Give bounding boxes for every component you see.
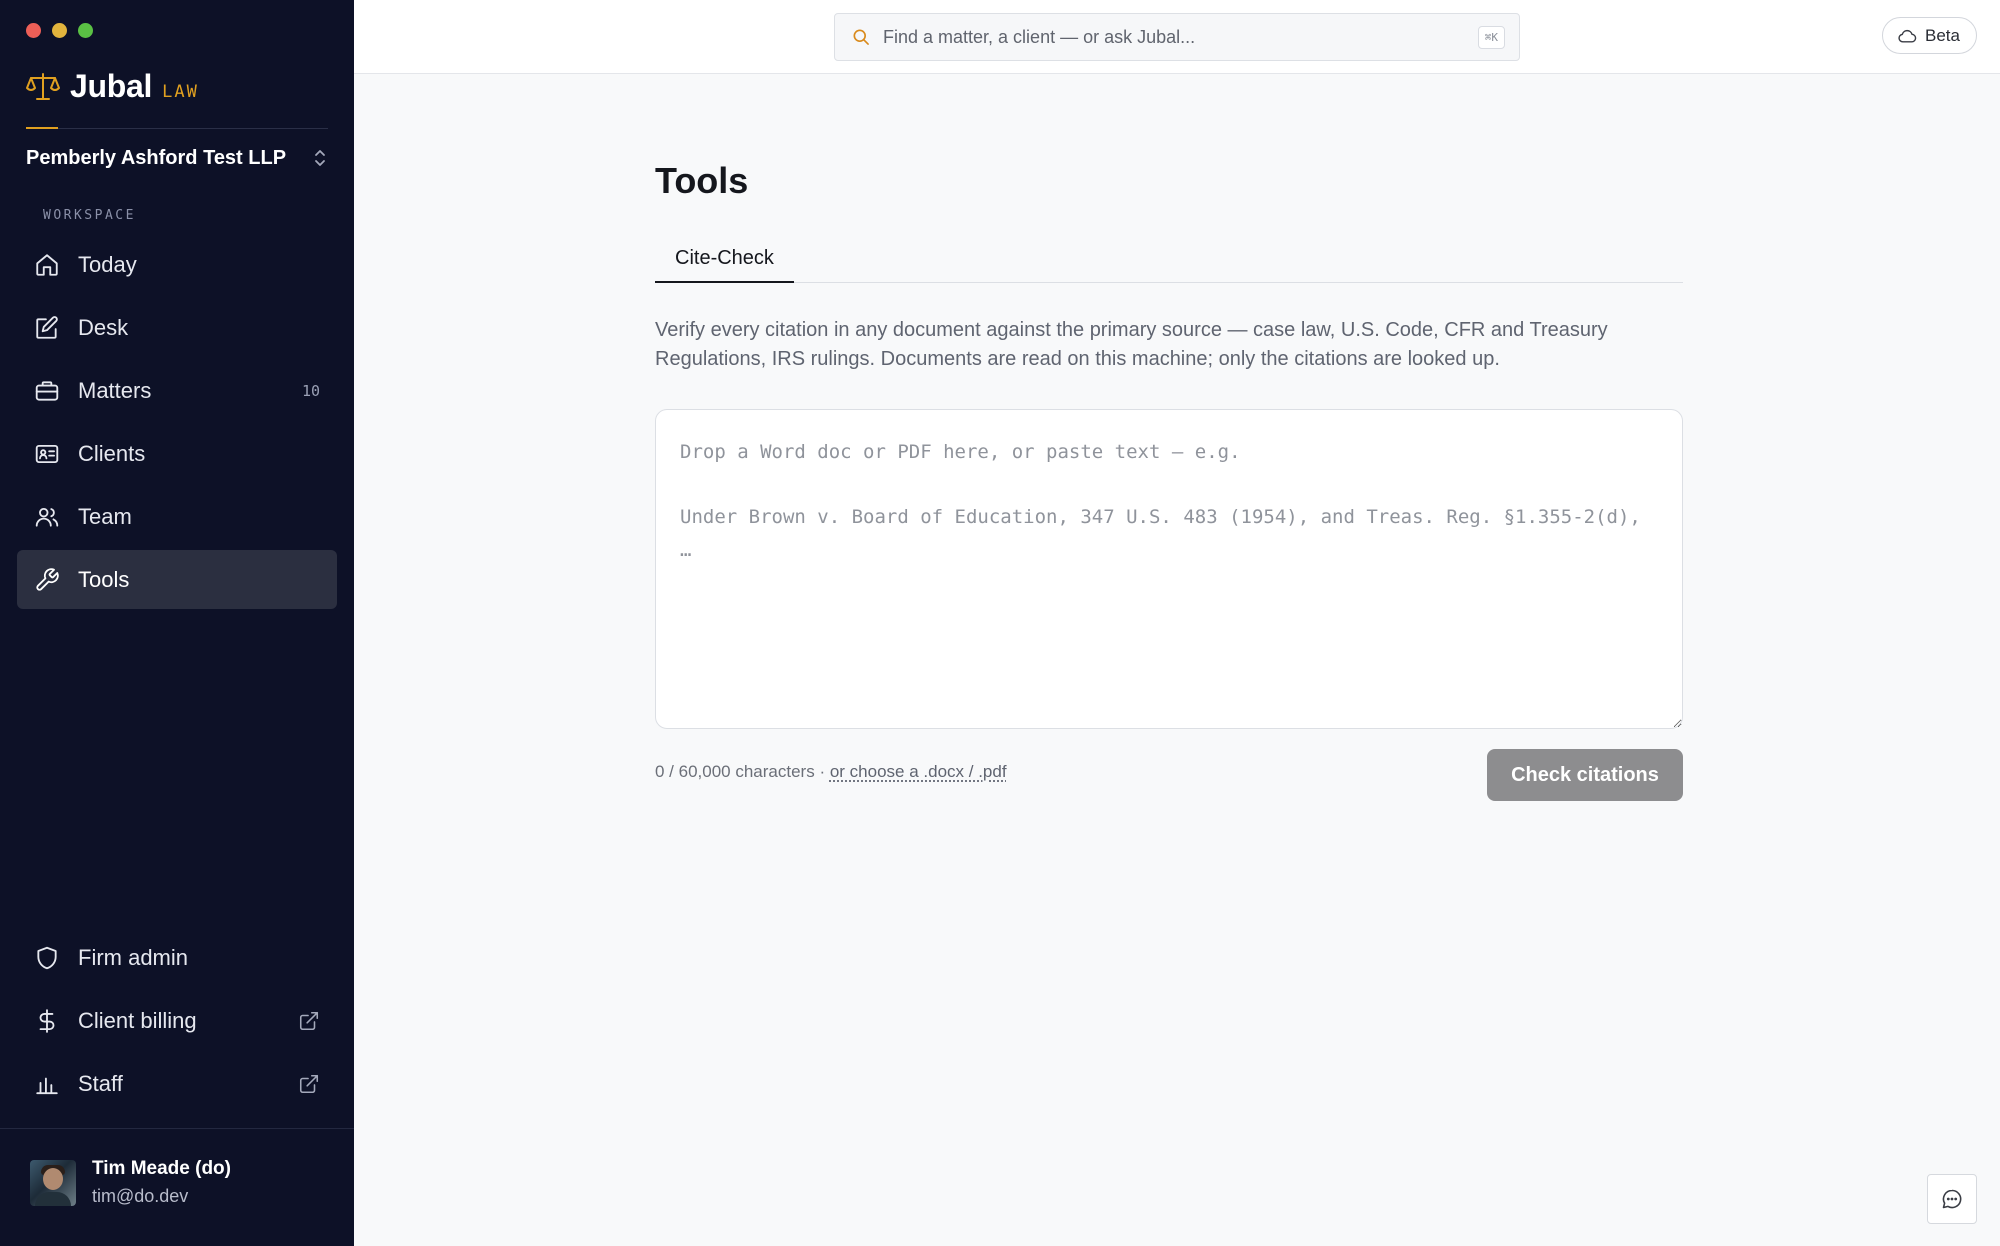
close-window-button[interactable] (26, 23, 41, 38)
matters-count-badge: 10 (301, 381, 320, 400)
sidebar-item-label: Client billing (78, 1007, 197, 1033)
id-card-icon (35, 444, 59, 463)
sidebar-item-clients[interactable]: Clients (17, 424, 337, 483)
sidebar-item-client-billing[interactable]: Client billing (17, 991, 337, 1050)
sidebar-item-tools[interactable]: Tools (17, 550, 337, 609)
user-info: Tim Meade (do) tim@do.dev (92, 1158, 231, 1207)
sidebar-item-label: Clients (78, 440, 146, 466)
user-name: Tim Meade (do) (92, 1158, 231, 1179)
sidebar-item-desk[interactable]: Desk (17, 298, 337, 357)
page-title: Tools (655, 160, 749, 201)
brand-tag: LAW (162, 81, 199, 102)
chevron-up-down-icon (315, 150, 325, 166)
tool-description: Verify every citation in any document ag… (655, 319, 1608, 370)
top-bar: ⌘K Beta (354, 0, 2000, 74)
wrench-icon (36, 567, 59, 591)
input-footer: 0 / 60,000 characters · or choose a .doc… (655, 762, 1007, 782)
brand-divider-accent (26, 127, 58, 129)
sidebar-item-label: Tools (78, 566, 130, 592)
sidebar-item-label: Team (78, 503, 132, 529)
user-profile[interactable]: Tim Meade (do) tim@do.dev (30, 1158, 231, 1207)
search-input[interactable] (883, 26, 1478, 48)
sidebar-item-staff[interactable]: Staff (17, 1054, 337, 1113)
sidebar-item-today[interactable]: Today (17, 235, 337, 294)
search-shortcut-hint: ⌘K (1477, 25, 1505, 49)
sidebar-item-label: Matters (78, 377, 152, 403)
chat-button[interactable] (1927, 1174, 1977, 1224)
firm-name: Pemberly Ashford Test LLP (26, 146, 287, 169)
section-label-workspace: WORKSPACE (43, 208, 136, 223)
citation-text-input[interactable] (655, 409, 1683, 729)
dollar-icon (39, 1008, 55, 1033)
sidebar: Jubal LAW Pemberly Ashford Test LLP WORK… (0, 0, 354, 1246)
sidebar-item-label: Firm admin (78, 944, 189, 970)
sidebar-item-label: Staff (78, 1070, 123, 1096)
external-link-icon (299, 1011, 319, 1030)
sidebar-item-firm-admin[interactable]: Firm admin (17, 928, 337, 987)
firm-switcher[interactable]: Pemberly Ashford Test LLP (26, 140, 328, 176)
global-search[interactable]: ⌘K (834, 13, 1520, 61)
brand-logo[interactable]: Jubal LAW (26, 68, 199, 105)
window-controls (26, 23, 93, 38)
sidebar-item-matters[interactable]: Matters 10 (17, 361, 337, 420)
brand-divider (26, 128, 328, 129)
sidebar-item-label: Desk (78, 314, 129, 340)
beta-label: Beta (1925, 25, 1960, 45)
home-icon (36, 253, 58, 276)
brand-name: Jubal (70, 68, 153, 104)
avatar (30, 1159, 76, 1206)
user-email: tim@do.dev (92, 1186, 189, 1206)
choose-file-link[interactable]: or choose a .docx / .pdf (830, 762, 1007, 781)
briefcase-icon (35, 380, 59, 401)
tool-tabs: Cite-Check (655, 236, 1683, 283)
edit-icon (36, 315, 58, 339)
beta-badge-button[interactable]: Beta (1882, 17, 1977, 54)
minimize-window-button[interactable] (52, 23, 67, 38)
search-icon (853, 29, 869, 45)
tab-cite-check[interactable]: Cite-Check (655, 236, 794, 283)
footer-separator: · (814, 762, 830, 781)
sidebar-item-label: Today (78, 251, 137, 277)
check-citations-button[interactable]: Check citations (1487, 749, 1683, 801)
shield-icon (37, 946, 57, 969)
external-link-icon (299, 1074, 319, 1093)
admin-nav: Firm admin Client billing Staff (17, 928, 337, 1117)
bar-chart-icon (36, 1077, 58, 1094)
scales-icon (26, 72, 60, 100)
users-icon (35, 507, 59, 527)
maximize-window-button[interactable] (78, 23, 93, 38)
character-count: 0 / 60,000 characters (655, 762, 815, 781)
sidebar-item-team[interactable]: Team (17, 487, 337, 546)
cloud-icon (1898, 29, 1917, 43)
sidebar-divider (0, 1128, 354, 1129)
workspace-nav: Today Desk Matters 10 Clients Team Tools (17, 235, 337, 613)
chat-bubble-icon (1942, 1189, 1962, 1209)
